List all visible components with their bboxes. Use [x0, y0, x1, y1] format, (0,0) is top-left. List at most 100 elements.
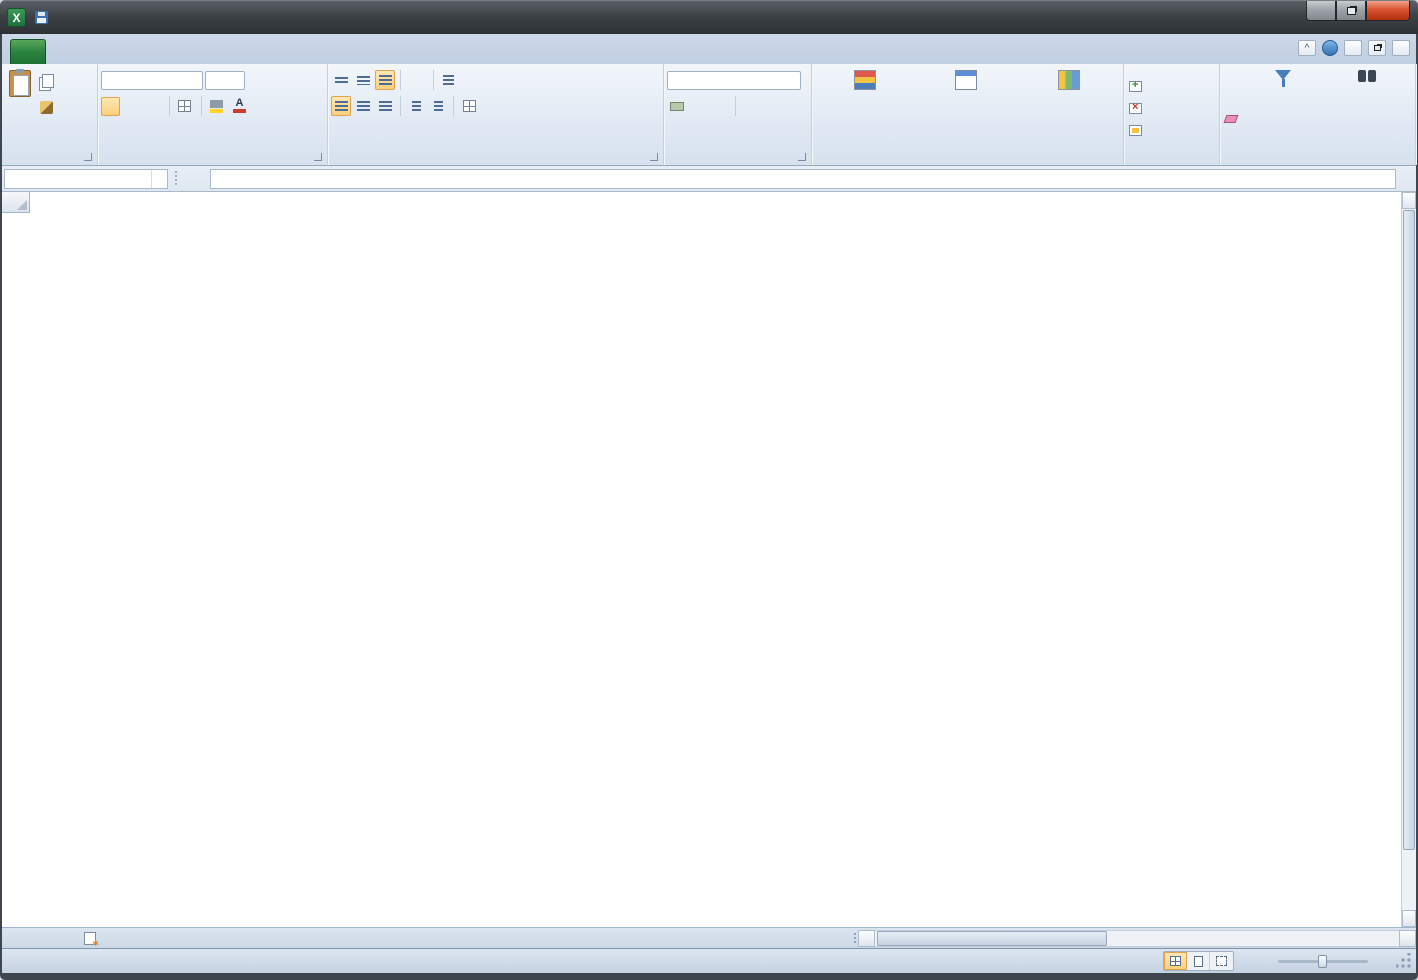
dialog-launcher-icon[interactable] [798, 153, 806, 161]
format-cells-button[interactable] [1127, 120, 1216, 142]
decrease-decimal-button[interactable] [762, 97, 781, 116]
insert-worksheet-button[interactable] [78, 928, 102, 948]
undo-button[interactable] [56, 9, 76, 27]
italic-button[interactable] [122, 97, 141, 116]
dialog-launcher-icon[interactable] [84, 153, 92, 161]
number-format-select[interactable] [667, 71, 801, 90]
zoom-slider-thumb[interactable] [1318, 955, 1327, 968]
select-all-button[interactable] [2, 192, 30, 213]
orientation-button[interactable] [406, 70, 426, 90]
doc-minimize-button[interactable] [1344, 40, 1362, 56]
scroll-left-button[interactable] [858, 930, 875, 947]
doc-restore-button[interactable] [1368, 40, 1386, 56]
resize-grip[interactable] [1396, 953, 1412, 969]
zoom-slider[interactable] [1278, 960, 1368, 963]
ribbon-group-number [664, 64, 812, 165]
doc-close-button[interactable] [1392, 40, 1410, 56]
expand-formula-bar-button[interactable] [1396, 169, 1414, 189]
close-button[interactable] [1366, 1, 1410, 21]
font-color-icon: A [233, 99, 246, 113]
bold-button[interactable] [101, 97, 120, 116]
titlebar: X [0, 0, 1418, 34]
excel-logo-icon[interactable]: X [7, 8, 26, 27]
horizontal-scrollbar[interactable] [851, 928, 1416, 949]
percent-button[interactable] [690, 97, 709, 116]
page-break-view-button[interactable] [1210, 952, 1233, 970]
restore-icon [1347, 7, 1356, 15]
save-button[interactable] [31, 9, 51, 27]
fill-color-button[interactable] [207, 97, 226, 116]
page-layout-view-button[interactable] [1187, 952, 1210, 970]
qat-customize-button[interactable] [106, 9, 126, 27]
cell-styles-icon [1058, 70, 1080, 90]
format-as-table-icon [955, 70, 977, 90]
thousands-button[interactable] [711, 97, 730, 116]
redo-button[interactable] [81, 9, 101, 27]
align-bottom-button[interactable] [375, 70, 395, 90]
dialog-launcher-icon[interactable] [650, 153, 658, 161]
formula-bar-splitter[interactable] [172, 171, 180, 187]
find-select-button[interactable] [1325, 67, 1409, 150]
horizontal-scroll-thumb[interactable] [877, 931, 1107, 946]
prev-sheet-button[interactable] [21, 928, 40, 948]
scroll-up-button[interactable] [1402, 192, 1416, 209]
tab-datei[interactable] [10, 39, 46, 64]
decrease-font-button[interactable] [268, 71, 287, 90]
sort-filter-icon [1275, 70, 1291, 80]
decrease-indent-button[interactable] [406, 96, 426, 116]
align-left-button[interactable] [331, 96, 351, 116]
merge-center-icon [463, 100, 476, 112]
normal-view-button[interactable] [1164, 952, 1187, 970]
merge-center-button[interactable] [459, 95, 488, 117]
autosum-button[interactable] [1223, 69, 1241, 89]
collapse-ribbon-button[interactable]: ^ [1298, 40, 1316, 56]
tab-scroll-splitter[interactable] [851, 930, 858, 947]
insert-function-button[interactable] [184, 169, 210, 189]
font-color-button[interactable]: A [230, 97, 249, 116]
next-sheet-button[interactable] [40, 928, 59, 948]
wrap-text-button[interactable] [439, 69, 462, 91]
clear-button[interactable] [1223, 109, 1241, 129]
help-icon[interactable] [1322, 40, 1338, 56]
spreadsheet-grid [2, 192, 1416, 927]
increase-decimal-button[interactable] [741, 97, 760, 116]
minimize-button[interactable] [1306, 1, 1336, 21]
format-painter-button[interactable] [35, 97, 57, 117]
cell-styles-button[interactable] [1018, 67, 1120, 150]
align-top-button[interactable] [331, 70, 351, 90]
scroll-down-button[interactable] [1402, 910, 1416, 927]
name-box[interactable] [4, 169, 168, 189]
align-center-button[interactable] [353, 96, 373, 116]
align-middle-button[interactable] [353, 70, 373, 90]
align-right-icon [379, 101, 392, 112]
underline-button[interactable] [143, 97, 162, 116]
last-sheet-button[interactable] [59, 928, 78, 948]
increase-indent-button[interactable] [428, 96, 448, 116]
borders-button[interactable] [175, 97, 194, 116]
first-sheet-button[interactable] [2, 928, 21, 948]
sort-filter-button[interactable] [1241, 67, 1325, 150]
increase-font-button[interactable] [247, 71, 266, 90]
paste-button[interactable] [5, 67, 35, 150]
font-name-select[interactable] [101, 71, 203, 90]
vertical-scroll-thumb[interactable] [1403, 210, 1415, 850]
align-right-button[interactable] [375, 96, 395, 116]
ribbon-group-styles [812, 64, 1124, 165]
conditional-formatting-button[interactable] [815, 67, 915, 150]
dialog-launcher-icon[interactable] [314, 153, 322, 161]
fill-color-icon [210, 100, 223, 113]
font-size-select[interactable] [205, 71, 245, 90]
accounting-format-button[interactable] [667, 97, 686, 116]
normal-view-icon [1170, 956, 1181, 966]
fill-button[interactable] [1223, 89, 1241, 109]
formula-input[interactable] [210, 169, 1396, 189]
ribbon-group-font: A [98, 64, 328, 165]
delete-cells-button[interactable] [1127, 98, 1216, 120]
vertical-scrollbar[interactable] [1401, 192, 1416, 927]
scroll-right-button[interactable] [1399, 930, 1416, 947]
restore-button[interactable] [1336, 1, 1366, 21]
insert-cells-button[interactable] [1127, 76, 1216, 98]
chevron-down-icon [151, 170, 167, 188]
format-as-table-button[interactable] [915, 67, 1017, 150]
copy-button[interactable] [35, 71, 57, 91]
